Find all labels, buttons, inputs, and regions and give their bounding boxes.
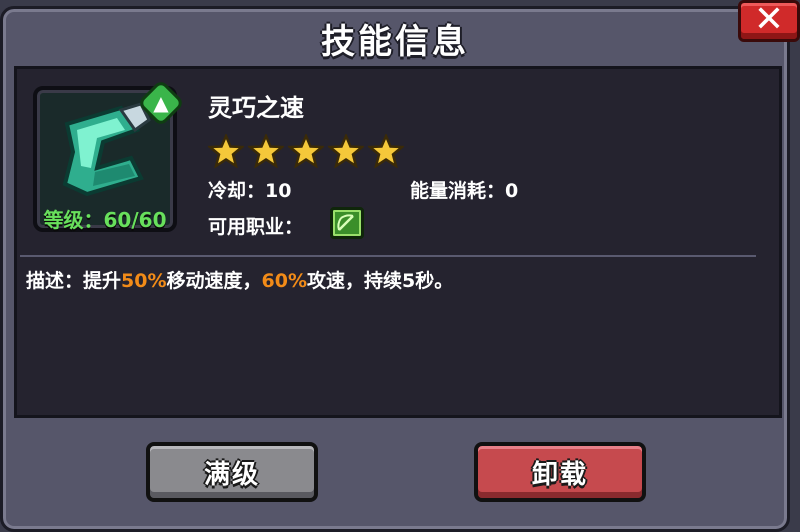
dialog-title: 技能信息 xyxy=(321,22,469,62)
close-icon: ✕ xyxy=(753,0,785,40)
bow-icon xyxy=(337,214,354,231)
unequip-button[interactable]: 卸载 xyxy=(474,442,646,502)
close-button[interactable]: ✕ xyxy=(738,0,800,42)
description-prefix: 描述：提升 xyxy=(26,270,122,292)
class-icon-frame xyxy=(330,207,364,239)
star-icon xyxy=(208,134,244,168)
star-icon xyxy=(288,134,324,168)
max-level-button[interactable]: 满级 xyxy=(146,442,318,502)
skill-name: 灵巧之速 xyxy=(208,94,304,122)
divider xyxy=(20,255,756,257)
star-rating xyxy=(208,134,404,168)
usable-class-label: 可用职业： xyxy=(208,216,304,238)
description-mid: 移动速度， xyxy=(166,270,262,292)
description-suffix: 攻速，持续5秒。 xyxy=(307,270,454,292)
skill-level: 等级：60/60 xyxy=(43,208,167,232)
attack-speed-bonus: 60% xyxy=(261,270,307,292)
upgrade-arrow-icon: ▲ xyxy=(153,91,169,115)
star-icon xyxy=(368,134,404,168)
energy-cost-value: 能量消耗：0 xyxy=(410,180,519,202)
star-icon xyxy=(248,134,284,168)
star-icon xyxy=(328,134,364,168)
cooldown-value: 冷却：10 xyxy=(208,180,292,202)
skill-description: 描述：提升50%移动速度，60%攻速，持续5秒。 xyxy=(26,266,453,293)
move-speed-bonus: 50% xyxy=(121,270,167,292)
